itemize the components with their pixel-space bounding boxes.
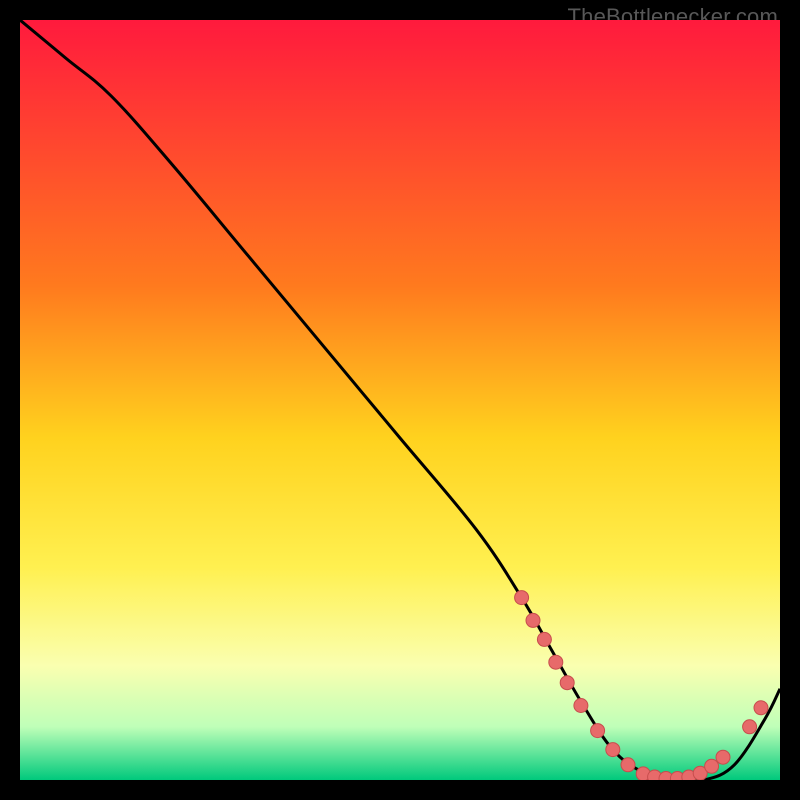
data-point bbox=[606, 743, 620, 757]
data-point bbox=[537, 632, 551, 646]
chart-svg bbox=[20, 20, 780, 780]
bottleneck-chart bbox=[20, 20, 780, 780]
data-point bbox=[754, 701, 768, 715]
data-point bbox=[716, 750, 730, 764]
data-point bbox=[621, 758, 635, 772]
data-point bbox=[560, 676, 574, 690]
data-point bbox=[549, 655, 563, 669]
data-point bbox=[526, 613, 540, 627]
data-point bbox=[574, 699, 588, 713]
data-point bbox=[515, 591, 529, 605]
data-point bbox=[705, 759, 719, 773]
data-point bbox=[743, 720, 757, 734]
heat-gradient-rect bbox=[20, 20, 780, 780]
data-point bbox=[591, 724, 605, 738]
chart-stage: TheBottlenecker.com bbox=[0, 0, 800, 800]
